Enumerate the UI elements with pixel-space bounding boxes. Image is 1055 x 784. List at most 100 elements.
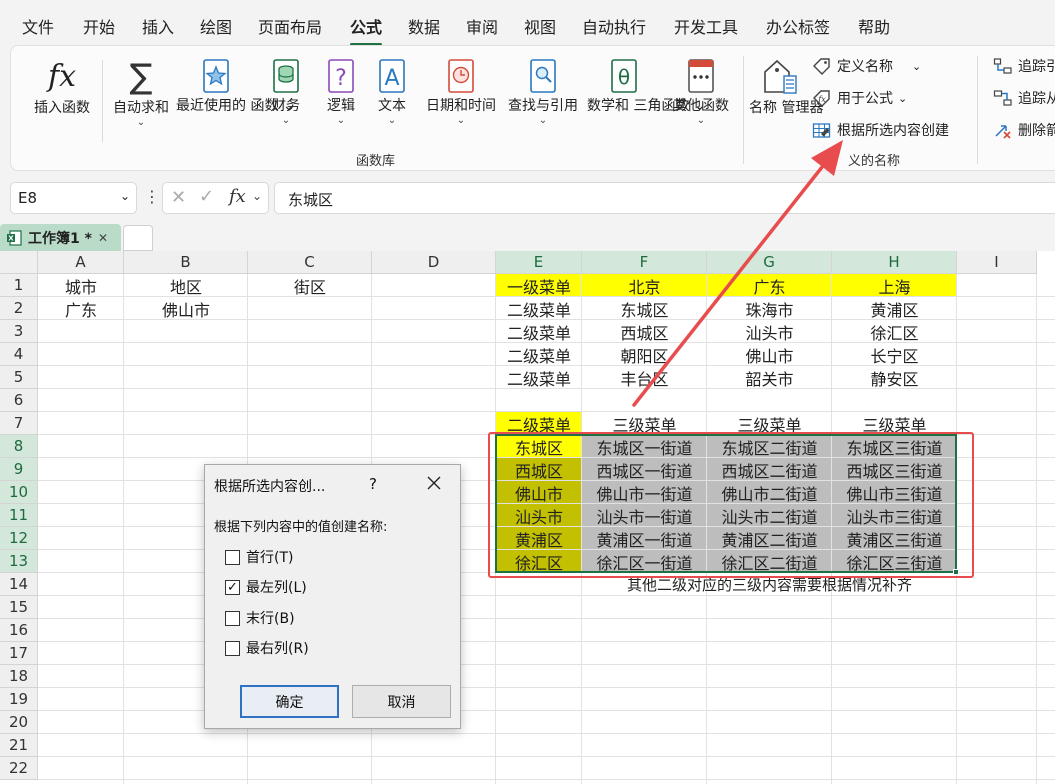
- cell-g3[interactable]: 汕头市: [707, 320, 832, 343]
- math-trig-button[interactable]: θ 数学和 三角函数 ⌄: [587, 58, 706, 116]
- cell-g5[interactable]: 韶关市: [707, 366, 832, 389]
- row-header[interactable]: 7: [0, 412, 38, 435]
- new-workbook-tab[interactable]: [123, 225, 153, 251]
- tab-data[interactable]: 数据: [408, 14, 440, 38]
- row-header[interactable]: 20: [0, 711, 38, 734]
- cell-f9[interactable]: 西城区一街道: [582, 458, 707, 481]
- column-header[interactable]: G: [707, 251, 832, 274]
- tab-formulas[interactable]: 公式: [350, 14, 383, 46]
- use-in-formula-button[interactable]: fx 用于公式 ⌄: [812, 88, 907, 108]
- select-all-corner[interactable]: [0, 251, 38, 274]
- cell-h3[interactable]: 徐汇区: [832, 320, 957, 343]
- row-header[interactable]: 2: [0, 297, 38, 320]
- lookup-reference-button[interactable]: 查找与引用 ⌄: [503, 58, 583, 126]
- row-header[interactable]: 15: [0, 596, 38, 619]
- cell-a1[interactable]: 城市: [38, 274, 124, 297]
- cell-f3[interactable]: 西城区: [582, 320, 707, 343]
- option-right-column[interactable]: 最右列(R): [225, 638, 309, 658]
- cell-f7[interactable]: 三级菜单: [582, 412, 707, 435]
- cell-h13[interactable]: 徐汇区三街道: [832, 550, 957, 573]
- row-header[interactable]: 11: [0, 504, 38, 527]
- option-left-column[interactable]: ✓ 最左列(L): [225, 577, 307, 597]
- cell-e4[interactable]: 二级菜单: [496, 343, 582, 366]
- cell-f8[interactable]: 东城区一街道: [582, 435, 707, 458]
- cell-h7[interactable]: 三级菜单: [832, 412, 957, 435]
- checkbox-right-column[interactable]: [225, 640, 240, 656]
- tab-draw[interactable]: 绘图: [200, 14, 232, 38]
- tab-review[interactable]: 审阅: [466, 14, 498, 38]
- cell-e3[interactable]: 二级菜单: [496, 320, 582, 343]
- tab-view[interactable]: 视图: [524, 14, 556, 38]
- recently-used-button[interactable]: 最近使用的 函数 ⌄: [176, 58, 295, 116]
- cell-e8[interactable]: 东城区: [496, 435, 582, 458]
- autosum-button[interactable]: ∑ 自动求和 ⌄: [108, 58, 174, 128]
- row-header[interactable]: 4: [0, 343, 38, 366]
- row-header[interactable]: 19: [0, 688, 38, 711]
- cell-h10[interactable]: 佛山市三街道: [832, 481, 957, 504]
- name-box[interactable]: E8 ⌄: [10, 182, 137, 214]
- cell-f1[interactable]: 北京: [582, 274, 707, 297]
- tab-page-layout[interactable]: 页面布局: [258, 14, 322, 38]
- cell-f13[interactable]: 徐汇区一街道: [582, 550, 707, 573]
- spreadsheet-grid[interactable]: A B C D E F G H I 1 2 3 4 5 6 7 8 9 10 11 12 13 14 15 16 17 18 19 20…: [0, 251, 1055, 784]
- cancel-icon[interactable]: ✕: [171, 187, 186, 208]
- trace-dependents-button[interactable]: 追踪从: [993, 88, 1055, 108]
- checkbox-top-row[interactable]: [225, 549, 240, 565]
- row-header[interactable]: 5: [0, 366, 38, 389]
- insert-function-button[interactable]: fx 插入函数: [27, 58, 97, 118]
- column-header[interactable]: F: [582, 251, 707, 274]
- cell-h11[interactable]: 汕头市三街道: [832, 504, 957, 527]
- cell-e5[interactable]: 二级菜单: [496, 366, 582, 389]
- option-top-row[interactable]: 首行(T): [225, 547, 293, 567]
- column-header[interactable]: H: [832, 251, 957, 274]
- row-header[interactable]: 16: [0, 619, 38, 642]
- cell-a2[interactable]: 广东: [38, 297, 124, 320]
- cell-h9[interactable]: 西城区三街道: [832, 458, 957, 481]
- tab-insert[interactable]: 插入: [142, 14, 174, 38]
- more-functions-button[interactable]: 其他函数 ⌄: [666, 58, 736, 126]
- cancel-button[interactable]: 取消: [352, 685, 451, 718]
- cell-e10[interactable]: 佛山市: [496, 481, 582, 504]
- tab-office-tab[interactable]: 办公标签: [766, 14, 830, 38]
- tab-home[interactable]: 开始: [83, 14, 115, 38]
- cell-b1[interactable]: 地区: [124, 274, 248, 297]
- column-header[interactable]: I: [957, 251, 1037, 274]
- insert-function-icon[interactable]: fx: [229, 186, 246, 207]
- help-icon[interactable]: ?: [369, 475, 377, 493]
- cell-f5[interactable]: 丰台区: [582, 366, 707, 389]
- trace-precedents-button[interactable]: 追踪引: [993, 56, 1055, 76]
- cell-e7[interactable]: 二级菜单: [496, 412, 582, 435]
- row-header[interactable]: 12: [0, 527, 38, 550]
- cell-e11[interactable]: 汕头市: [496, 504, 582, 527]
- cell-g12[interactable]: 黄浦区二街道: [707, 527, 832, 550]
- financial-button[interactable]: 财务 ⌄: [261, 58, 311, 126]
- option-bottom-row[interactable]: 末行(B): [225, 608, 295, 628]
- cell-h5[interactable]: 静安区: [832, 366, 957, 389]
- cell-e9[interactable]: 西城区: [496, 458, 582, 481]
- tab-developer[interactable]: 开发工具: [674, 14, 738, 38]
- row-header[interactable]: 22: [0, 757, 38, 780]
- column-header[interactable]: E: [496, 251, 582, 274]
- column-header[interactable]: B: [124, 251, 248, 274]
- row-header[interactable]: 10: [0, 481, 38, 504]
- cell-e12[interactable]: 黄浦区: [496, 527, 582, 550]
- column-header[interactable]: A: [38, 251, 124, 274]
- cell-h2[interactable]: 黄浦区: [832, 297, 957, 320]
- column-header[interactable]: D: [372, 251, 496, 274]
- define-name-button[interactable]: 定义名称 ⌄: [812, 56, 921, 76]
- cell-g9[interactable]: 西城区二街道: [707, 458, 832, 481]
- cell-g10[interactable]: 佛山市二街道: [707, 481, 832, 504]
- row-header[interactable]: 21: [0, 734, 38, 757]
- create-from-selection-button[interactable]: 根据所选内容创建: [812, 120, 949, 140]
- text-button[interactable]: A 文本 ⌄: [367, 58, 417, 126]
- more-options-icon[interactable]: ⋮: [144, 187, 160, 206]
- cell-h8[interactable]: 东城区三街道: [832, 435, 957, 458]
- row-header[interactable]: 6: [0, 389, 38, 412]
- cell-c1[interactable]: 街区: [248, 274, 372, 297]
- column-header[interactable]: C: [248, 251, 372, 274]
- cell-g2[interactable]: 珠海市: [707, 297, 832, 320]
- cell-g13[interactable]: 徐汇区二街道: [707, 550, 832, 573]
- cell-h1[interactable]: 上海: [832, 274, 957, 297]
- row-header[interactable]: 17: [0, 642, 38, 665]
- row-header[interactable]: 18: [0, 665, 38, 688]
